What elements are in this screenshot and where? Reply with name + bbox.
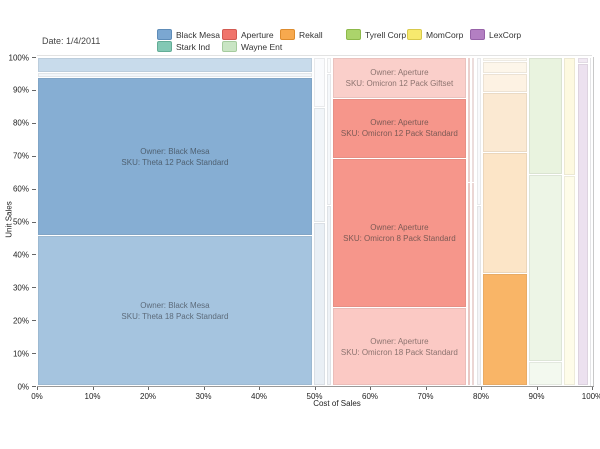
y-tick-label: 20%	[12, 316, 29, 326]
x-tick-mark	[592, 387, 593, 390]
x-tick-mark	[203, 387, 205, 390]
mekko-block[interactable]	[327, 205, 331, 386]
x-tick-label: 70%	[417, 392, 434, 401]
y-tick-mark	[32, 353, 36, 355]
mekko-block[interactable]	[563, 175, 576, 386]
x-tick-mark	[92, 387, 94, 390]
mekko-block[interactable]: Owner: Aperture SKU: Omicron 12 Pack Gift…	[333, 57, 466, 99]
block-label-owner: Owner: Black Mesa	[140, 146, 210, 156]
x-tick-label: 0%	[31, 392, 43, 401]
mekko-block[interactable]: Owner: Aperture SKU: Omicron 12 Pack Stan…	[333, 99, 466, 158]
x-tick-mark	[481, 387, 482, 390]
y-tick-mark	[32, 254, 36, 256]
mekko-block[interactable]	[577, 64, 589, 386]
mekko-block[interactable]	[483, 73, 528, 93]
y-axis-title: Unit Sales	[4, 201, 14, 238]
y-tick-label: 70%	[12, 151, 29, 161]
mekko-block[interactable]	[467, 57, 470, 182]
mekko-block[interactable]	[476, 205, 482, 386]
block-label-sku: SKU: Theta 18 Pack Standard	[121, 311, 229, 321]
x-tick-mark	[370, 387, 371, 390]
mekko-block[interactable]	[472, 57, 475, 182]
x-tick-mark	[259, 387, 260, 390]
block-label-owner: Owner: Aperture	[370, 118, 429, 128]
mekko-block[interactable]	[476, 57, 482, 205]
y-tick-label: 0%	[17, 382, 29, 391]
mekko-block[interactable]	[314, 57, 325, 108]
y-tick-label: 30%	[12, 283, 29, 293]
y-tick-mark	[32, 287, 36, 289]
mekko-block[interactable]	[483, 152, 528, 273]
mekko-block[interactable]	[483, 62, 528, 73]
block-label-sku: SKU: Omicron 8 Pack Standard	[343, 233, 456, 243]
block-label-owner: Owner: Black Mesa	[140, 300, 210, 310]
mekko-block[interactable]	[483, 57, 528, 62]
x-axis-title: Cost of Sales	[313, 399, 361, 408]
y-tick-mark	[32, 188, 36, 190]
plot-area: Owner: Black Mesa SKU: Theta 18 Pack Stan…	[0, 0, 600, 449]
x-tick-label: 100%	[581, 392, 600, 401]
y-tick-mark	[32, 122, 36, 124]
x-tick-label: 30%	[195, 392, 212, 401]
mekko-block[interactable]: Owner: Aperture SKU: Omicron 18 Pack Stan…	[333, 307, 466, 386]
mekko-block[interactable]	[314, 108, 325, 222]
mekko-block[interactable]	[590, 57, 592, 386]
mekko-block[interactable]	[529, 362, 562, 386]
x-axis-line	[37, 386, 594, 387]
y-tick-label: 90%	[12, 85, 29, 95]
y-tick-label: 10%	[12, 349, 29, 359]
block-label-owner: Owner: Aperture	[370, 336, 429, 346]
x-tick-mark	[37, 387, 38, 390]
y-tick-mark	[32, 89, 36, 91]
mekko-block[interactable]	[563, 57, 576, 175]
block-label-sku: SKU: Omicron 12 Pack Standard	[340, 129, 458, 139]
x-tick-label: 80%	[472, 392, 490, 401]
mekko-chart-page: Date: 1/4/2011 Black Mesa Aperture Rekall T…	[0, 0, 600, 449]
y-tick-mark	[32, 155, 36, 157]
x-tick-label: 10%	[84, 392, 101, 401]
mekko-block[interactable]	[529, 57, 562, 174]
mekko-block[interactable]	[314, 222, 325, 386]
y-tick-label: 100%	[8, 53, 29, 62]
x-tick-label: 90%	[528, 392, 545, 401]
mekko-block[interactable]	[37, 72, 313, 77]
x-tick-mark	[314, 387, 316, 390]
mekko-block[interactable]: Owner: Black Mesa SKU: Theta 12 Pack Stan…	[37, 77, 313, 236]
mekko-block[interactable]	[37, 57, 313, 72]
x-tick-label: 20%	[139, 392, 157, 401]
block-label-sku: SKU: Omicron 12 Pack Giftset	[345, 78, 454, 88]
y-tick-mark	[32, 320, 36, 322]
y-tick-label: 80%	[12, 118, 29, 128]
plot-top-border	[37, 55, 592, 56]
block-label-sku: SKU: Omicron 18 Pack Standard	[340, 347, 458, 357]
mekko-block[interactable]	[483, 93, 528, 152]
block-label-owner: Owner: Aperture	[370, 222, 429, 232]
y-tick-mark	[32, 386, 36, 387]
x-tick-mark	[536, 387, 538, 390]
block-label-sku: SKU: Theta 12 Pack Standard	[121, 157, 229, 167]
block-label-owner: Owner: Aperture	[370, 67, 429, 77]
plot-right-border	[593, 57, 594, 386]
x-tick-label: 40%	[250, 392, 268, 401]
x-tick-mark	[425, 387, 427, 390]
y-tick-mark	[32, 221, 36, 223]
mekko-block[interactable]	[472, 182, 475, 386]
mekko-block[interactable]	[327, 73, 331, 205]
mekko-block[interactable]	[467, 182, 470, 386]
x-tick-mark	[148, 387, 149, 390]
y-tick-mark	[32, 57, 36, 58]
mekko-block[interactable]	[483, 273, 528, 386]
mekko-block[interactable]	[327, 57, 331, 73]
mekko-block[interactable]	[577, 57, 589, 64]
mekko-block[interactable]: Owner: Aperture SKU: Omicron 8 Pack Stand…	[333, 158, 466, 307]
mekko-block[interactable]: Owner: Black Mesa SKU: Theta 18 Pack Stan…	[37, 236, 313, 386]
mekko-block[interactable]	[529, 174, 562, 362]
